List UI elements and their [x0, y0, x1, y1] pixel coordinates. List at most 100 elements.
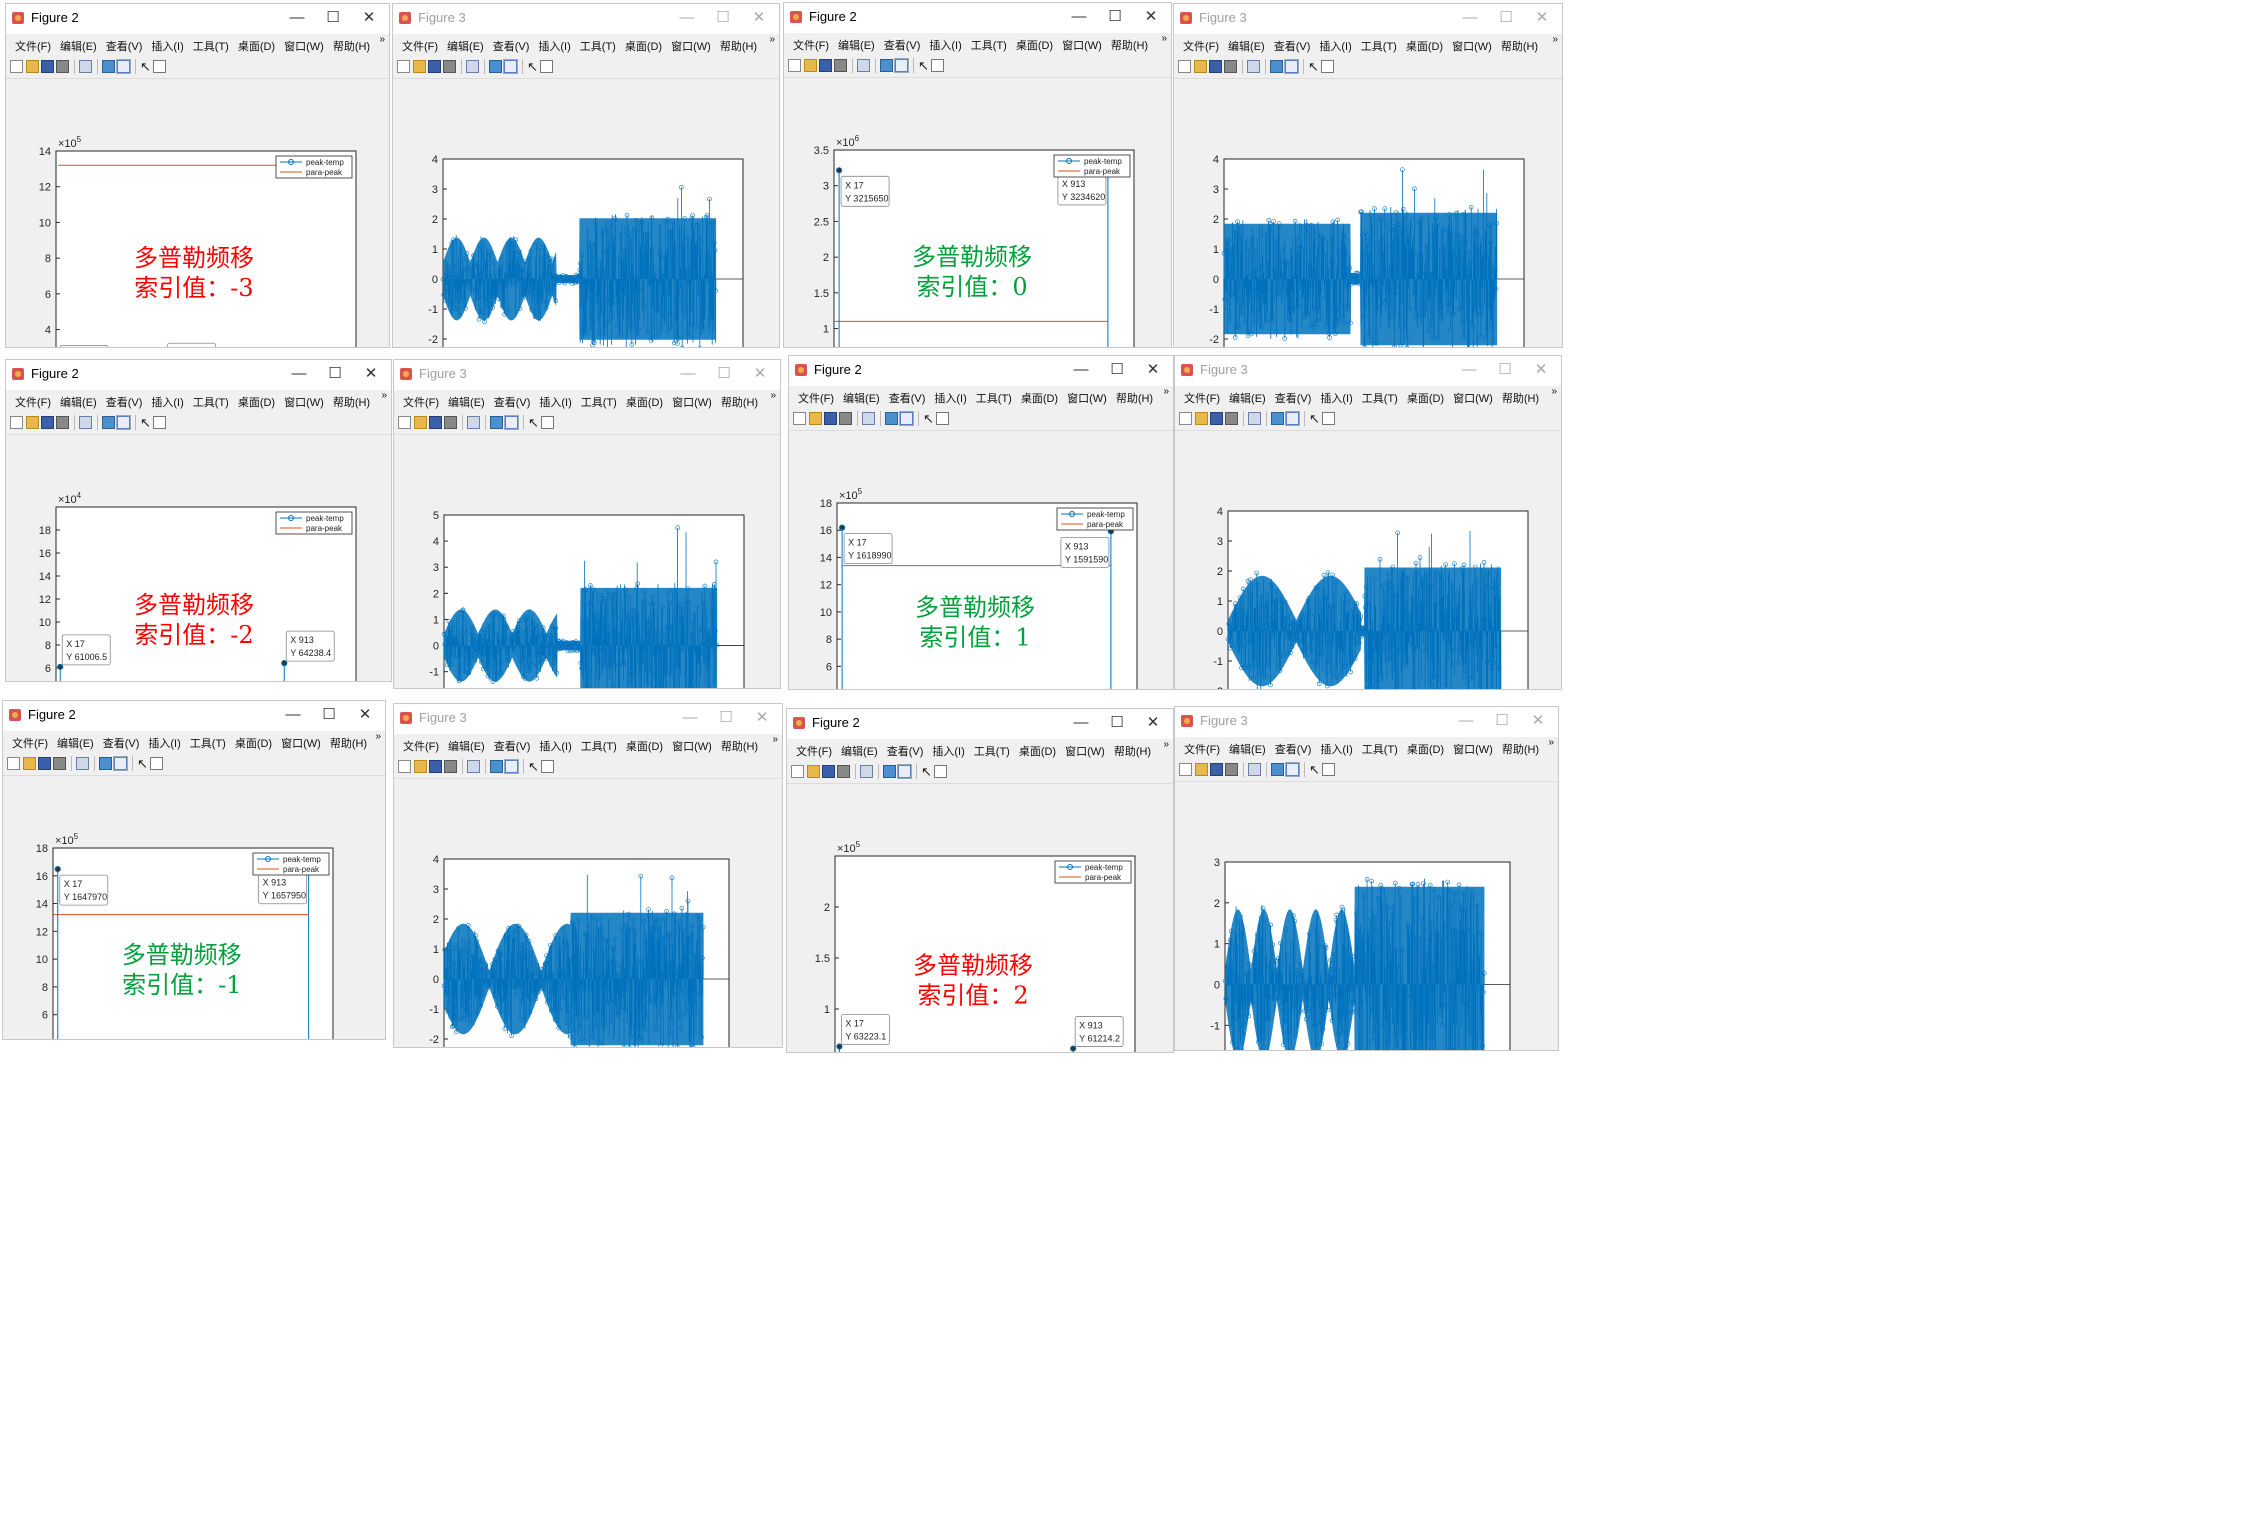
new-file-icon[interactable]	[788, 59, 801, 72]
save-icon[interactable]	[1210, 412, 1223, 425]
close-icon[interactable]: ✕	[1137, 360, 1169, 380]
minimize-icon[interactable]: —	[277, 705, 309, 725]
datatip[interactable]: X 17 Y 61006.5	[61, 634, 111, 666]
figure-window[interactable]: Figure 3 — ☐ ✕ 文件(F) 编辑(E) 查看(V) 插入(I) 工具(T) 桌面(D…	[393, 703, 783, 1048]
maximize-icon[interactable]: ☐	[708, 364, 740, 384]
menu-item[interactable]: 窗口(W)	[1453, 741, 1493, 757]
link-plot-icon[interactable]	[79, 416, 92, 429]
colorbar-icon[interactable]	[1270, 60, 1283, 73]
menu-item[interactable]: 插入(I)	[1319, 38, 1351, 54]
save-icon[interactable]	[428, 60, 441, 73]
close-icon[interactable]: ✕	[1135, 7, 1167, 27]
pointer-icon[interactable]: ↖	[140, 416, 153, 429]
new-file-icon[interactable]	[1179, 412, 1192, 425]
figure-window[interactable]: Figure 3 — ☐ ✕ 文件(F) 编辑(E) 查看(V) 插入(I) 工具(T) 桌面(D…	[392, 3, 780, 348]
print-icon[interactable]	[1224, 60, 1237, 73]
menu-item[interactable]: 窗口(W)	[1062, 37, 1102, 53]
colorbar-icon[interactable]	[102, 416, 115, 429]
save-icon[interactable]	[38, 757, 51, 770]
open-file-icon[interactable]	[1195, 412, 1208, 425]
colorbar-icon[interactable]	[490, 760, 503, 773]
link-plot-icon[interactable]	[466, 60, 479, 73]
menu-item[interactable]: 查看(V)	[884, 37, 921, 53]
print-icon[interactable]	[443, 60, 456, 73]
colorbar-icon[interactable]	[99, 757, 112, 770]
legend-icon[interactable]	[116, 59, 131, 74]
menu-item[interactable]: 文件(F)	[798, 390, 834, 406]
dock-icon[interactable]	[150, 757, 163, 770]
datatip[interactable]: X 913 Y 3234620	[1057, 174, 1107, 206]
open-file-icon[interactable]	[26, 60, 39, 73]
pointer-icon[interactable]: ↖	[1309, 412, 1322, 425]
window-titlebar[interactable]: Figure 2 — ☐ ✕	[3, 701, 385, 731]
new-file-icon[interactable]	[7, 757, 20, 770]
menu-item[interactable]: 编辑(E)	[1229, 741, 1266, 757]
minimize-icon[interactable]: —	[283, 364, 315, 384]
menu-item[interactable]: 帮助(H)	[330, 735, 367, 751]
menu-item[interactable]: 桌面(D)	[1021, 390, 1058, 406]
datatip[interactable]: X 913 Y 61214.2	[1074, 1016, 1124, 1047]
figure-window[interactable]: Figure 3 — ☐ ✕ 文件(F) 编辑(E) 查看(V) 插入(I) 工具(T) 桌面(D…	[1174, 355, 1562, 690]
save-icon[interactable]	[1210, 763, 1223, 776]
window-titlebar[interactable]: Figure 3 — ☐ ✕	[394, 360, 780, 390]
maximize-icon[interactable]: ☐	[313, 705, 345, 725]
menu-item[interactable]: 文件(F)	[12, 735, 48, 751]
menu-item[interactable]: 帮助(H)	[1116, 390, 1153, 406]
save-icon[interactable]	[822, 765, 835, 778]
menu-item[interactable]: 插入(I)	[1320, 390, 1352, 406]
legend-icon[interactable]	[504, 415, 519, 430]
menu-item[interactable]: 帮助(H)	[1114, 743, 1151, 759]
menu-item[interactable]: 查看(V)	[106, 38, 143, 54]
legend-icon[interactable]	[116, 415, 131, 430]
menu-item[interactable]: 窗口(W)	[1067, 390, 1107, 406]
close-icon[interactable]: ✕	[1525, 360, 1557, 380]
dock-icon[interactable]	[934, 765, 947, 778]
new-file-icon[interactable]	[791, 765, 804, 778]
menu-item[interactable]: 文件(F)	[402, 38, 438, 54]
menu-item[interactable]: 编辑(E)	[838, 37, 875, 53]
menu-item[interactable]: 工具(T)	[581, 738, 617, 754]
menu-overflow-icon[interactable]: »	[381, 390, 387, 401]
minimize-icon[interactable]: —	[1453, 360, 1485, 380]
menu-item[interactable]: 查看(V)	[106, 394, 143, 410]
new-file-icon[interactable]	[1179, 763, 1192, 776]
pointer-icon[interactable]: ↖	[528, 760, 541, 773]
minimize-icon[interactable]: —	[281, 8, 313, 28]
menu-item[interactable]: 文件(F)	[15, 38, 51, 54]
menu-overflow-icon[interactable]: »	[379, 34, 385, 45]
menu-item[interactable]: 桌面(D)	[238, 394, 275, 410]
datatip-marker[interactable]	[57, 663, 64, 670]
menu-item[interactable]: 编辑(E)	[57, 735, 94, 751]
link-plot-icon[interactable]	[1248, 412, 1261, 425]
new-file-icon[interactable]	[398, 760, 411, 773]
menu-item[interactable]: 查看(V)	[1275, 390, 1312, 406]
colorbar-icon[interactable]	[883, 765, 896, 778]
menu-item[interactable]: 查看(V)	[103, 735, 140, 751]
menu-item[interactable]: 查看(V)	[1275, 741, 1312, 757]
window-titlebar[interactable]: Figure 2 — ☐ ✕	[6, 360, 391, 390]
save-icon[interactable]	[41, 60, 54, 73]
dock-icon[interactable]	[153, 60, 166, 73]
datatip[interactable]: X 17 Y 1647970	[59, 874, 109, 906]
print-icon[interactable]	[834, 59, 847, 72]
minimize-icon[interactable]: —	[672, 364, 704, 384]
close-icon[interactable]: ✕	[744, 364, 776, 384]
open-file-icon[interactable]	[807, 765, 820, 778]
close-icon[interactable]: ✕	[355, 364, 387, 384]
maximize-icon[interactable]: ☐	[1486, 711, 1518, 731]
menu-item[interactable]: 编辑(E)	[447, 38, 484, 54]
menu-item[interactable]: 文件(F)	[1184, 741, 1220, 757]
menu-item[interactable]: 桌面(D)	[1019, 743, 1056, 759]
colorbar-icon[interactable]	[102, 60, 115, 73]
print-icon[interactable]	[1225, 763, 1238, 776]
datatip-marker[interactable]	[839, 524, 846, 531]
menu-item[interactable]: 插入(I)	[148, 735, 180, 751]
legend-icon[interactable]	[894, 58, 909, 73]
menu-item[interactable]: 编辑(E)	[448, 394, 485, 410]
link-plot-icon[interactable]	[467, 760, 480, 773]
window-titlebar[interactable]: Figure 3 — ☐ ✕	[394, 704, 782, 734]
datatip[interactable]: X 913 Y 64238.4	[285, 630, 335, 662]
legend[interactable]: peak-temppara-peak	[1056, 507, 1134, 531]
new-file-icon[interactable]	[10, 60, 23, 73]
menu-item[interactable]: 插入(I)	[539, 394, 571, 410]
